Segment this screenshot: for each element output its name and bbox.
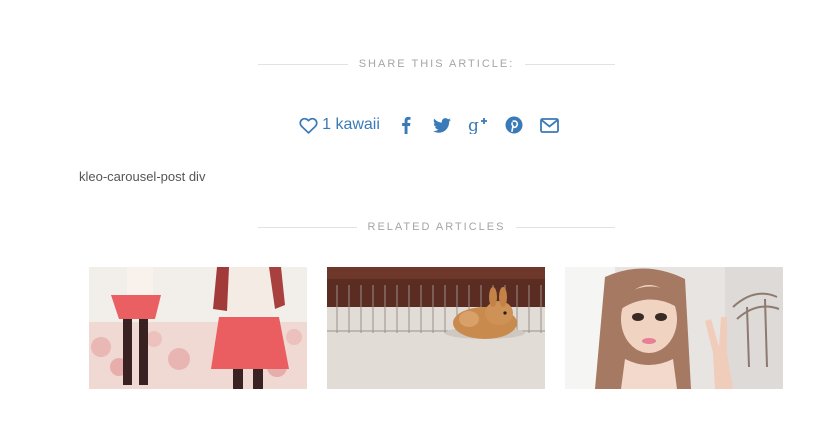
related-article-thumbnail[interactable]: [89, 267, 307, 389]
girl-peace-sign-selfie-photo: [565, 267, 783, 389]
pinterest-icon: [505, 116, 523, 134]
divider-line: [516, 226, 615, 228]
twitter-icon: [432, 117, 451, 133]
share-section-heading: SHARE THIS ARTICLE:: [258, 57, 616, 71]
share-bar: 1 kawaii g: [0, 112, 839, 138]
share-google-plus-button[interactable]: g: [468, 115, 488, 135]
heart-icon: [299, 117, 318, 134]
two-girls-in-coral-skirts-photo: [89, 267, 307, 389]
related-heading-text: RELATED ARTICLES: [367, 221, 506, 233]
kawaii-count-label: 1 kawaii: [322, 116, 380, 133]
divider-line: [258, 63, 348, 65]
divider-line: [525, 63, 616, 65]
share-twitter-button[interactable]: [432, 115, 452, 135]
svg-text:g: g: [468, 116, 479, 134]
share-pinterest-button[interactable]: [504, 115, 524, 135]
related-section-heading: RELATED ARTICLES: [258, 220, 615, 234]
share-facebook-button[interactable]: [396, 115, 416, 135]
related-article-thumbnail[interactable]: [565, 267, 783, 389]
facebook-icon: [401, 116, 411, 134]
related-article-thumbnail[interactable]: [327, 267, 545, 389]
divider-line: [258, 226, 357, 228]
share-heading-text: SHARE THIS ARTICLE:: [358, 58, 515, 70]
carousel-debug-text: kleo-carousel-post div: [79, 169, 206, 184]
share-email-button[interactable]: [540, 115, 560, 135]
kawaii-like-button[interactable]: 1 kawaii: [299, 116, 380, 134]
bunny-in-cage-photo: [327, 267, 545, 389]
email-icon: [540, 117, 560, 133]
google-plus-icon: g: [468, 116, 488, 134]
